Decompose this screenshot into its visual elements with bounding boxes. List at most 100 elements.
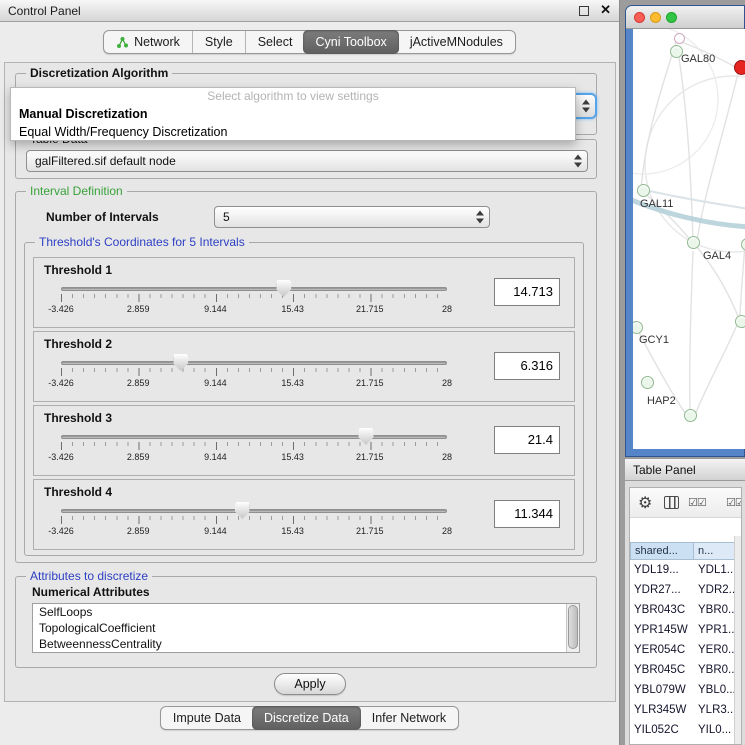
table-row[interactable]: YBR043CYBR0... [630, 600, 741, 620]
table-row[interactable]: YBR045CYBR0... [630, 660, 741, 680]
attributes-group: Attributes to discretize Numerical Attri… [15, 576, 597, 668]
columns-icon[interactable] [664, 496, 679, 509]
threshold-slider[interactable]: -3.426 2.859 9.144 15.43 21.715 28 [54, 502, 454, 548]
table-data-combobox[interactable]: galFiltered.sif default node [26, 150, 588, 172]
list-item[interactable]: SelfLoops [33, 604, 579, 620]
tab-impute-data[interactable]: Impute Data [161, 707, 253, 729]
threshold-slider[interactable]: -3.426 2.859 9.144 15.43 21.715 28 [54, 428, 454, 474]
network-node-gal4[interactable] [687, 236, 700, 249]
tab-label: Network [134, 35, 180, 49]
table-header-row: shared... n... [630, 542, 741, 560]
threshold-panel-3: Threshold 3 -3.426 2.859 9.144 15.43 [33, 405, 575, 476]
slider-track[interactable] [61, 509, 447, 513]
threshold-label: Threshold 2 [44, 337, 112, 351]
network-node[interactable] [641, 376, 654, 389]
table-row[interactable]: YPR145WYPR1... [630, 620, 741, 640]
table-data-group: Table Data galFiltered.sif default node [15, 139, 597, 179]
node-label: GAL80 [681, 53, 715, 65]
attributes-list: SelfLoops TopologicalCoefficient Between… [32, 603, 580, 653]
table-panel-title: Table Panel [633, 459, 696, 481]
interval-definition-group: Interval Definition Number of Intervals … [15, 191, 597, 563]
table-row[interactable]: YIL052CYIL0... [630, 720, 741, 740]
table-row[interactable]: YDL19...YDL1... [630, 560, 741, 580]
slider-ticks [61, 368, 447, 376]
slider-ticks [61, 294, 447, 302]
threshold-value-field[interactable]: 14.713 [494, 278, 560, 306]
node-label: GAL4 [703, 250, 731, 262]
threshold-label: Threshold 3 [44, 411, 112, 425]
control-panel-window: Control Panel ✕ Network Style Select Cyn… [0, 0, 620, 745]
threshold-panel-4: Threshold 4 -3.426 2.859 9.144 15.43 [33, 479, 575, 550]
network-node-hap2[interactable] [684, 409, 697, 422]
node-label: GCY1 [639, 334, 669, 346]
numerical-attributes-label: Numerical Attributes [32, 585, 150, 599]
algorithm-dropdown-popup: Select algorithm to view settings Manual… [10, 87, 576, 141]
network-node[interactable] [735, 315, 745, 328]
threshold-slider[interactable]: -3.426 2.859 9.144 15.43 21.715 28 [54, 280, 454, 326]
control-panel-titlebar: Control Panel ✕ [0, 0, 619, 22]
list-item[interactable]: TopologicalCoefficient [33, 620, 579, 636]
chevron-updown-icon [573, 155, 582, 168]
tab-jactivemnodules[interactable]: jActiveMNodules [398, 31, 515, 53]
threshold-slider[interactable]: -3.426 2.859 9.144 15.43 21.715 28 [54, 354, 454, 400]
threshold-value-field[interactable]: 11.344 [494, 500, 560, 528]
tab-select[interactable]: Select [245, 31, 305, 53]
combobox-value: 5 [223, 207, 230, 227]
group-title: Interval Definition [26, 184, 127, 198]
select-columns-icon[interactable]: ☑☑ [726, 496, 742, 509]
chevron-updown-icon [475, 211, 484, 224]
list-item[interactable]: BetweennessCentrality [33, 636, 579, 652]
column-header-shared-name[interactable]: shared... [630, 542, 694, 560]
dropdown-option-equal-width[interactable]: Equal Width/Frequency Discretization [11, 123, 575, 141]
table-row[interactable]: YBL079WYBL0... [630, 680, 741, 700]
table-row[interactable]: YER054CYER0... [630, 640, 741, 660]
table-row[interactable]: YDR27...YDR2... [630, 580, 741, 600]
num-intervals-combobox[interactable]: 5 [214, 206, 490, 228]
panel-title: Control Panel [8, 0, 81, 22]
tab-discretize-data[interactable]: Discretize Data [252, 706, 361, 730]
table-toolbar: ⚙ ☑☑ ☑☑ [630, 488, 741, 518]
num-intervals-label: Number of Intervals [46, 210, 159, 224]
table-panel-titlebar: Table Panel [625, 458, 745, 481]
network-icon [116, 36, 129, 49]
bottom-tabbar: Impute Data Discretize Data Infer Networ… [0, 706, 619, 730]
window-zoom-icon[interactable] [666, 12, 677, 23]
table-empty-space [630, 518, 741, 542]
node-label: HAP2 [647, 395, 676, 407]
table-scrollbar[interactable] [734, 536, 741, 744]
gear-icon[interactable]: ⚙ [638, 493, 652, 513]
tab-network[interactable]: Network [104, 31, 192, 53]
window-minimize-icon[interactable] [650, 12, 661, 23]
tab-cyni-toolbox[interactable]: Cyni Toolbox [303, 30, 398, 54]
network-view-window: GAL80 GAL11 GAL4 GCY1 HAP2 [625, 5, 745, 457]
chevron-updown-icon [581, 100, 590, 113]
dropdown-option-manual[interactable]: Manual Discretization [11, 105, 575, 123]
network-node-gal11[interactable] [637, 184, 650, 197]
network-node-selected[interactable] [734, 60, 745, 75]
slider-ticks [61, 442, 447, 450]
close-icon[interactable]: ✕ [600, 2, 611, 18]
window-close-icon[interactable] [634, 12, 645, 23]
node-label: GAL11 [640, 198, 673, 210]
network-node[interactable] [674, 33, 685, 44]
apply-button[interactable]: Apply [274, 673, 346, 695]
network-canvas[interactable]: GAL80 GAL11 GAL4 GCY1 HAP2 [633, 29, 745, 449]
select-rows-icon[interactable]: ☑☑ [688, 496, 706, 509]
slider-track[interactable] [61, 287, 447, 291]
top-tabbar: Network Style Select Cyni Toolbox jActiv… [0, 30, 619, 54]
table-panel: ⚙ ☑☑ ☑☑ shared... n... YDL19...YDL1... Y… [625, 481, 745, 745]
slider-track[interactable] [61, 361, 447, 365]
group-title: Attributes to discretize [26, 569, 152, 583]
table-row[interactable]: YLR345WYLR3... [630, 700, 741, 720]
threshold-label: Threshold 1 [44, 263, 112, 277]
threshold-value-field[interactable]: 6.316 [494, 352, 560, 380]
slider-track[interactable] [61, 435, 447, 439]
tab-infer-network[interactable]: Infer Network [360, 707, 458, 729]
float-window-icon[interactable] [579, 6, 589, 16]
thresholds-group: Threshold's Coordinates for 5 Intervals … [24, 242, 584, 556]
network-window-titlebar [626, 6, 744, 29]
slider-ticks [61, 516, 447, 524]
threshold-value-field[interactable]: 21.4 [494, 426, 560, 454]
tab-style[interactable]: Style [192, 31, 245, 53]
list-scrollbar[interactable] [566, 604, 579, 652]
